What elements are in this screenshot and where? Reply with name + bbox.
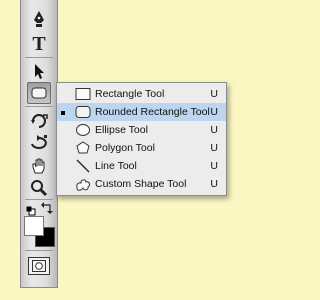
rounded-rectangle-tool-button[interactable] — [27, 82, 51, 104]
menu-item-label: Rectangle Tool — [95, 88, 165, 100]
pen-icon[interactable] — [27, 8, 51, 30]
custom-shape-icon — [74, 176, 92, 192]
menu-item-label: Polygon Tool — [95, 142, 155, 154]
menu-item-shortcut: U — [210, 178, 218, 190]
toolbar-separator — [25, 250, 53, 251]
rounded-rectangle-icon — [74, 104, 92, 120]
menu-item-shortcut: U — [210, 88, 218, 100]
menu-item-line-tool[interactable]: Line Tool U — [57, 157, 226, 175]
3d-rotate-icon[interactable] — [27, 110, 51, 132]
path-selection-icon[interactable] — [27, 60, 51, 82]
menu-item-label: Line Tool — [95, 160, 137, 172]
type-tool-button[interactable]: T — [27, 33, 51, 55]
tools-panel: T — [20, 0, 58, 288]
menu-item-rectangle-tool[interactable]: Rectangle Tool U — [57, 85, 226, 103]
quick-mask-icon[interactable] — [28, 257, 50, 275]
3d-orbit-icon[interactable] — [27, 132, 51, 154]
foreground-color-swatch[interactable] — [24, 216, 44, 236]
menu-item-ellipse-tool[interactable]: Ellipse Tool U — [57, 121, 226, 139]
selected-bullet-icon — [61, 111, 65, 115]
swap-colors-icon[interactable] — [41, 201, 53, 214]
polygon-icon — [74, 140, 92, 156]
shape-tool-flyout-menu: Rectangle Tool U Rounded Rectangle Tool … — [56, 82, 227, 196]
menu-item-shortcut: U — [210, 142, 218, 154]
type-icon: T — [32, 32, 46, 55]
default-colors-icon[interactable] — [26, 203, 36, 216]
ellipse-icon — [74, 122, 92, 138]
menu-item-label: Custom Shape Tool — [95, 178, 187, 190]
menu-item-custom-shape-tool[interactable]: Custom Shape Tool U — [57, 175, 226, 193]
hand-icon[interactable] — [27, 155, 51, 177]
toolbar-separator — [25, 106, 53, 107]
menu-item-label: Ellipse Tool — [95, 124, 148, 136]
menu-item-shortcut: U — [210, 124, 218, 136]
rectangle-icon — [74, 86, 92, 102]
menu-item-rounded-rectangle-tool[interactable]: Rounded Rectangle Tool U — [57, 103, 226, 121]
toolbar-separator — [25, 199, 53, 200]
menu-item-polygon-tool[interactable]: Polygon Tool U — [57, 139, 226, 157]
toolbar-separator — [25, 57, 53, 58]
menu-item-label: Rounded Rectangle Tool — [95, 106, 210, 118]
line-icon — [74, 158, 92, 174]
menu-item-shortcut: U — [210, 106, 218, 118]
zoom-icon[interactable] — [27, 177, 51, 199]
menu-item-shortcut: U — [210, 160, 218, 172]
